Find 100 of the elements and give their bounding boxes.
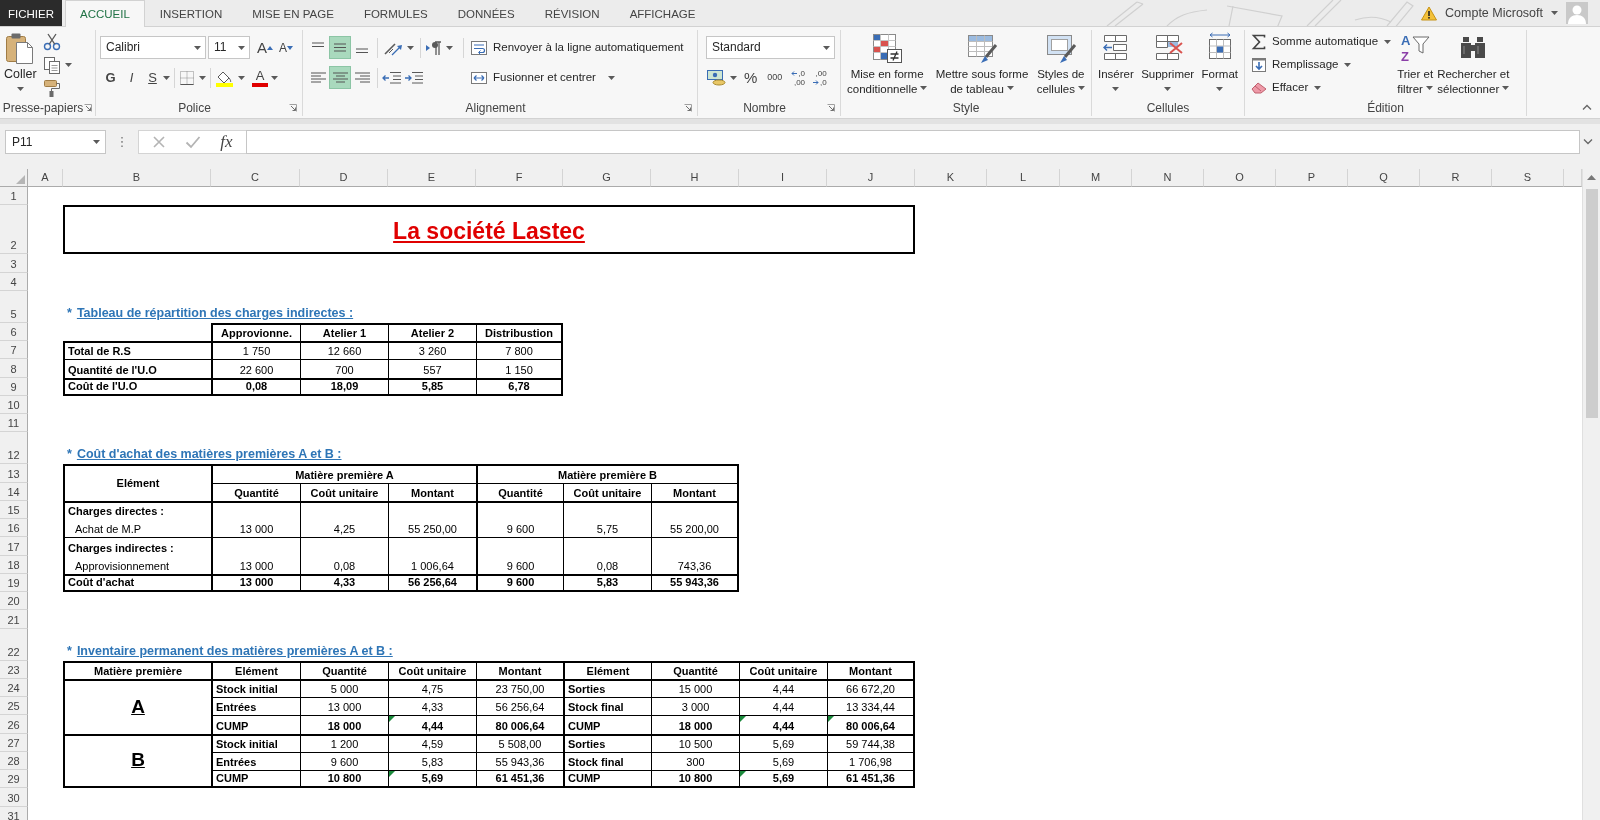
- column-header[interactable]: D: [300, 169, 388, 187]
- cell-styles-button[interactable]: Styles de cellules: [1034, 30, 1087, 100]
- name-box[interactable]: P11: [5, 130, 106, 154]
- ribbon-tab[interactable]: FORMULES: [348, 0, 443, 26]
- row-header[interactable]: 20: [0, 592, 28, 611]
- caret-icon[interactable]: [163, 75, 170, 80]
- font-size-field[interactable]: 11: [208, 36, 250, 59]
- banknote-icon[interactable]: [706, 69, 726, 86]
- ribbon-tab[interactable]: ACCUEIL: [65, 0, 145, 27]
- ribbon-tab[interactable]: INSERTION: [144, 0, 238, 26]
- column-header[interactable]: Q: [1348, 169, 1420, 187]
- dialog-launcher-icon[interactable]: [684, 104, 692, 112]
- row-header[interactable]: 8: [0, 359, 28, 378]
- ribbon-tab[interactable]: AFFICHAGE: [614, 0, 711, 26]
- chevron-up-icon[interactable]: [1582, 104, 1592, 110]
- column-header[interactable]: G: [563, 169, 651, 187]
- format-as-table-button[interactable]: Mettre sous forme de tableau: [933, 30, 1031, 100]
- number-format-field[interactable]: Standard: [706, 36, 835, 59]
- align-middle-button[interactable]: [329, 36, 351, 59]
- dialog-launcher-icon[interactable]: [827, 104, 835, 112]
- row-header[interactable]: 5: [0, 290, 28, 323]
- dialog-launcher-icon[interactable]: [289, 104, 297, 112]
- column-header[interactable]: O: [1204, 169, 1276, 187]
- row-header[interactable]: 30: [0, 788, 28, 807]
- caret-icon[interactable]: [64, 62, 72, 67]
- column-header[interactable]: F: [476, 169, 563, 187]
- column-header[interactable]: H: [651, 169, 739, 187]
- row-header[interactable]: 26: [0, 715, 28, 734]
- font-color-button[interactable]: A: [249, 66, 271, 89]
- row-header[interactable]: 2: [0, 204, 28, 255]
- outdent-icon[interactable]: [382, 70, 402, 85]
- caret-icon[interactable]: [730, 75, 737, 80]
- caret-icon[interactable]: [1344, 62, 1352, 67]
- caret-icon[interactable]: [446, 45, 453, 50]
- delete-cells-button[interactable]: Supprimer: [1139, 30, 1197, 100]
- column-header[interactable]: S: [1492, 169, 1564, 187]
- caret-icon[interactable]: [199, 75, 206, 80]
- ribbon-tab[interactable]: MISE EN PAGE: [237, 0, 349, 26]
- insert-cells-button[interactable]: Insérer: [1096, 30, 1136, 100]
- row-header[interactable]: 29: [0, 770, 28, 789]
- account-name[interactable]: Compte Microsoft: [1445, 5, 1543, 21]
- paste-button[interactable]: Coller: [2, 30, 39, 100]
- italic-button[interactable]: I: [121, 66, 142, 89]
- caret-icon[interactable]: [238, 75, 245, 80]
- decrease-decimal-button[interactable]: ,00 ,0: [811, 68, 829, 87]
- copy-icon[interactable]: [42, 55, 61, 74]
- row-header[interactable]: 7: [0, 341, 28, 360]
- column-header[interactable]: P: [1276, 169, 1348, 187]
- percent-button[interactable]: %: [741, 66, 761, 89]
- find-select-button[interactable]: Rechercher et sélectionner: [1435, 30, 1512, 100]
- pilcrow-icon[interactable]: [425, 39, 443, 56]
- clear-button[interactable]: Effacer: [1249, 76, 1311, 99]
- row-header[interactable]: 22: [0, 628, 28, 661]
- scrollbar-thumb[interactable]: [1585, 189, 1598, 418]
- paintbrush-icon[interactable]: [42, 78, 61, 97]
- column-header[interactable]: B: [63, 169, 211, 187]
- indent-icon[interactable]: [404, 70, 424, 85]
- row-header[interactable]: 21: [0, 610, 28, 629]
- ribbon-tab[interactable]: DONNÉES: [442, 0, 530, 26]
- merge-center-button[interactable]: Fusionner et centrer: [468, 66, 617, 89]
- sort-filter-button[interactable]: A Z Trier et filtrer: [1395, 30, 1436, 100]
- increase-decimal-button[interactable]: ,0 ,00: [789, 68, 808, 87]
- wrap-text-button[interactable]: Renvoyer à la ligne automatiquement: [468, 36, 686, 59]
- column-header[interactable]: K: [915, 169, 987, 187]
- row-header[interactable]: 16: [0, 519, 28, 538]
- caret-icon[interactable]: [1314, 85, 1322, 90]
- font-name-field[interactable]: Calibri: [100, 36, 206, 59]
- conditional-formatting-button[interactable]: Mise en forme conditionnelle: [845, 30, 930, 100]
- format-cells-button[interactable]: Format: [1199, 30, 1240, 100]
- formula-input[interactable]: [246, 130, 1580, 154]
- caret-icon[interactable]: [1384, 39, 1392, 44]
- row-header[interactable]: 3: [0, 254, 28, 273]
- chevron-down-icon[interactable]: [1583, 139, 1593, 145]
- column-header[interactable]: C: [211, 169, 300, 187]
- row-header[interactable]: 12: [0, 432, 28, 465]
- column-header[interactable]: N: [1132, 169, 1204, 187]
- ribbon-tab[interactable]: RÉVISION: [529, 0, 615, 26]
- shrink-font-button[interactable]: A: [276, 36, 297, 59]
- borders-icon[interactable]: [179, 69, 195, 86]
- column-header[interactable]: E: [388, 169, 476, 187]
- caret-icon[interactable]: [271, 75, 278, 80]
- column-header[interactable]: I: [739, 169, 827, 187]
- row-header[interactable]: 25: [0, 697, 28, 716]
- file-menu-tab[interactable]: FICHIER: [0, 0, 62, 26]
- grow-font-button[interactable]: A: [254, 36, 276, 59]
- column-header[interactable]: M: [1060, 169, 1132, 187]
- thousands-button[interactable]: 000: [764, 66, 786, 89]
- caret-icon[interactable]: [1551, 11, 1558, 15]
- column-header[interactable]: J: [827, 169, 915, 187]
- row-header[interactable]: 11: [0, 414, 28, 433]
- scroll-up-icon[interactable]: [1587, 175, 1596, 180]
- column-header[interactable]: A: [28, 169, 63, 187]
- grip-handle[interactable]: ⋮: [106, 130, 138, 154]
- insert-function-button[interactable]: fx: [220, 132, 233, 152]
- row-header[interactable]: 17: [0, 537, 28, 556]
- fill-button[interactable]: Remplissage: [1249, 53, 1341, 76]
- scissors-icon[interactable]: [42, 32, 61, 51]
- row-header[interactable]: 13: [0, 464, 28, 483]
- caret-icon[interactable]: [407, 45, 414, 50]
- underline-button[interactable]: S: [142, 66, 163, 89]
